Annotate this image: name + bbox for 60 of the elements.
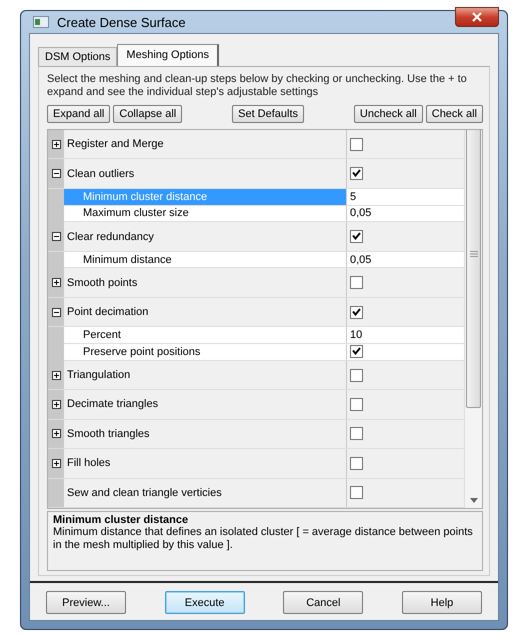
expand-icon[interactable] [52, 429, 60, 438]
setting-name[interactable]: Percent [64, 327, 347, 344]
setting-name[interactable]: Maximum cluster size [64, 206, 347, 222]
toolbar-button[interactable]: Set Defaults [232, 105, 304, 123]
setting-value[interactable]: 0,05 [350, 254, 372, 266]
checkbox[interactable] [350, 138, 363, 151]
toolbar-button[interactable]: Collapse all [113, 105, 182, 123]
checkbox[interactable] [350, 486, 363, 500]
help-text: Minimum distance that defines an isolated cluster [ = average distance between points in the mesh multiplied by this value ]. [53, 526, 474, 552]
checkbox[interactable] [350, 345, 363, 358]
toolbar-button[interactable]: Expand all [47, 105, 110, 123]
expand-icon[interactable] [52, 400, 60, 409]
expand-icon[interactable] [52, 278, 60, 288]
checkbox[interactable] [350, 167, 363, 180]
checkbox[interactable] [350, 306, 363, 319]
window-icon [33, 16, 49, 28]
close-button[interactable] [455, 7, 499, 27]
window-title: Create Dense Surface [57, 14, 187, 30]
setting-value[interactable]: 10 [350, 329, 362, 342]
expand-icon[interactable] [52, 458, 60, 468]
checkbox[interactable] [350, 427, 363, 440]
expand-icon[interactable] [52, 370, 60, 380]
help-title: Minimum cluster distance [53, 514, 190, 526]
step-name[interactable]: Fill holes [64, 449, 347, 478]
checkbox[interactable] [350, 368, 363, 382]
step-name[interactable]: Point decimation [64, 298, 347, 326]
toolbar-button[interactable]: Uncheck all [354, 105, 423, 123]
tab[interactable]: DSM Options [38, 47, 118, 66]
scrollbar[interactable] [464, 130, 482, 508]
toolbar-button[interactable]: Check all [426, 105, 483, 123]
checkbox[interactable] [350, 276, 363, 290]
step-name[interactable]: Register and Merge [64, 130, 347, 158]
setting-value[interactable]: 5 [350, 190, 356, 203]
dialog-button[interactable]: Execute [164, 591, 245, 614]
step-name[interactable]: Smooth triangles [64, 420, 347, 448]
instructions-text: Select the meshing and clean-up steps below by checking or unchecking. Use the + to expand and see the individual step's adjustable settings [47, 73, 468, 99]
grip-icon [470, 251, 478, 257]
collapse-icon[interactable] [52, 308, 60, 317]
setting-name[interactable]: Preserve point positions [64, 344, 347, 360]
checkbox[interactable] [350, 230, 363, 244]
step-name[interactable]: Sew and clean triangle verticies [64, 478, 347, 508]
step-name[interactable]: Smooth points [64, 268, 347, 297]
step-name[interactable]: Clear redundancy [64, 222, 347, 251]
step-name[interactable]: Clean outliers [64, 159, 347, 188]
scrollbar-thumb[interactable] [466, 130, 481, 408]
collapse-icon[interactable] [52, 232, 60, 242]
tab[interactable]: Meshing Options [117, 44, 219, 66]
checkbox[interactable] [350, 456, 363, 470]
collapse-icon[interactable] [52, 169, 60, 178]
setting-value[interactable]: 0,05 [350, 207, 372, 220]
scroll-down-icon[interactable] [470, 498, 478, 503]
step-name[interactable]: Decimate triangles [64, 390, 347, 419]
step-name[interactable]: Triangulation [64, 360, 347, 390]
expand-icon[interactable] [52, 140, 60, 149]
checkbox[interactable] [350, 398, 363, 411]
close-icon [471, 12, 483, 22]
setting-name[interactable]: Minimum distance [64, 252, 347, 268]
dialog-button[interactable]: Cancel [283, 591, 364, 614]
dialog-button[interactable]: Help [402, 591, 482, 614]
dialog-button[interactable]: Preview... [46, 591, 126, 614]
